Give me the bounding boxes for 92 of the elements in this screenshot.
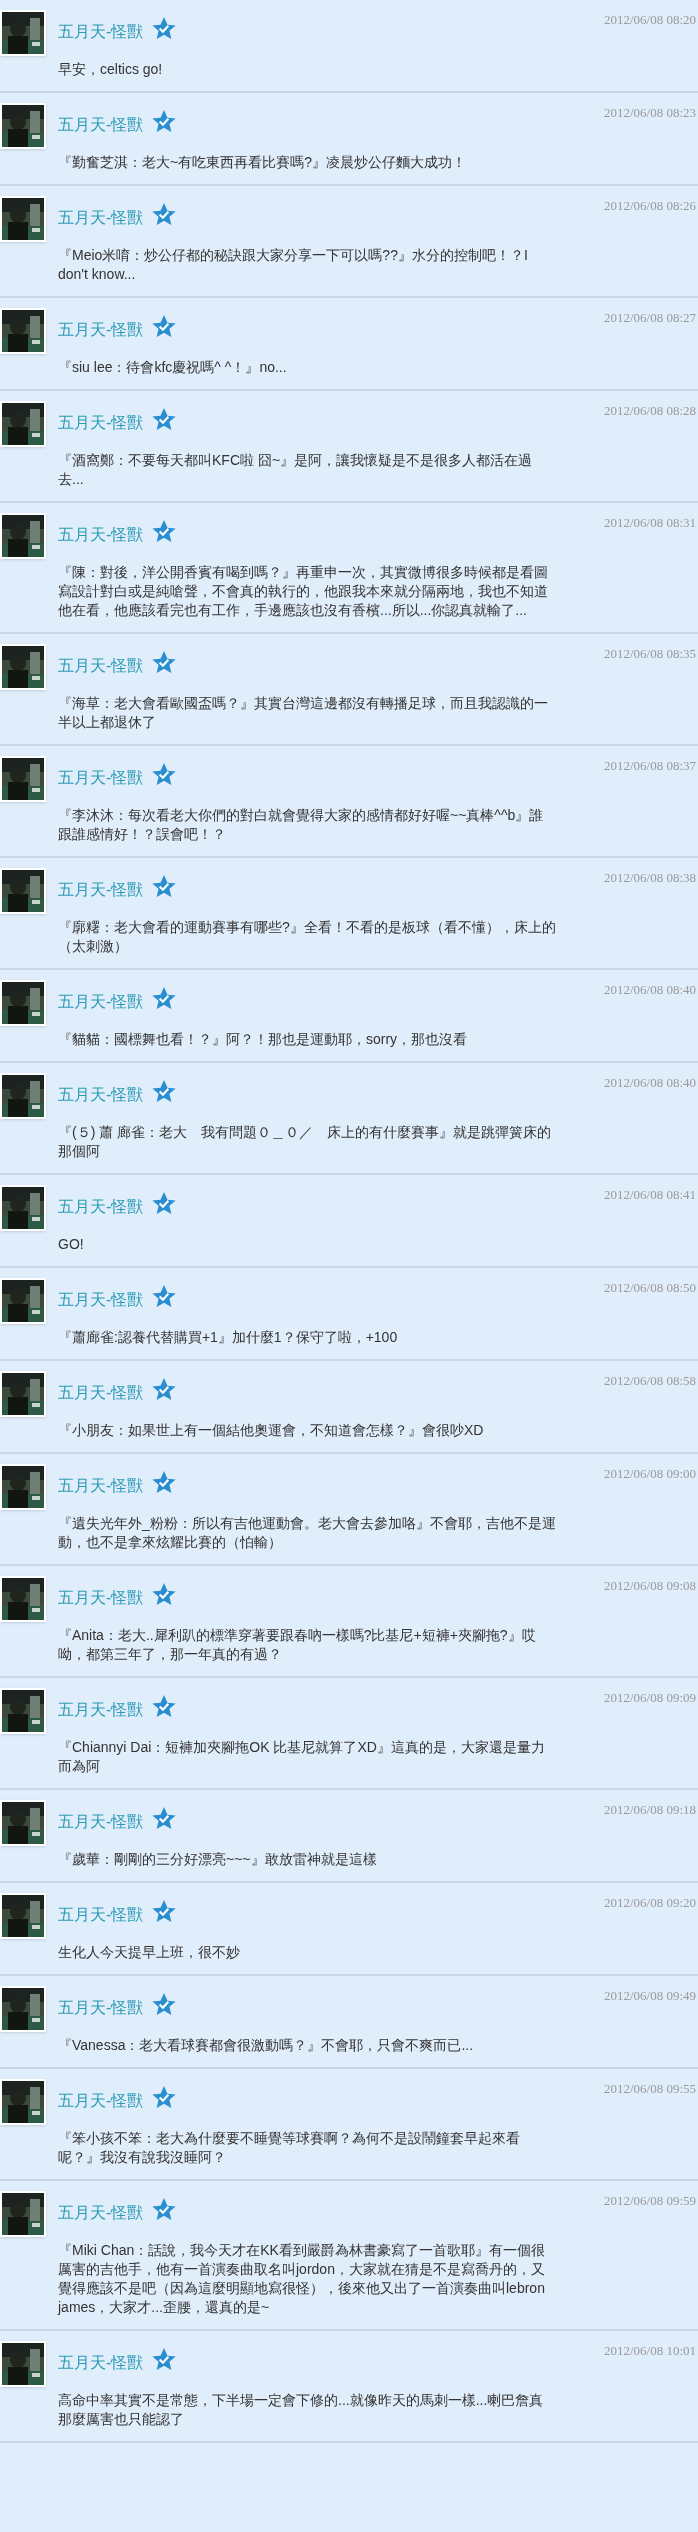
comment-time: 2012/06/08 10:01 xyxy=(603,2342,696,2360)
comment-time: 2012/06/08 09:08 xyxy=(603,1577,696,1595)
comment-text: 『貓貓：國標舞也看！？』阿？！那也是運動耶，sorry，那也沒看 xyxy=(58,1030,469,1049)
comment-text: 『Chiannyi Dai：短褲加夾腳拖OK 比基尼就算了XD』這真的是，大家還是量力而為阿 xyxy=(58,1738,546,1776)
avatar[interactable] xyxy=(0,1576,46,1622)
author-link[interactable]: 五月天-怪獸 xyxy=(58,2203,144,2223)
comment-time: 2012/06/08 08:50 xyxy=(603,1279,696,1297)
author-link[interactable]: 五月天-怪獸 xyxy=(58,115,144,135)
comment-text: 高命中率其實不是常態，下半場一定會下修的...就像昨天的馬刺一樣...喇巴詹真那麼厲害也只能認了 xyxy=(58,2391,545,2429)
comment-text: 生化人今天提早上班，很不妙 xyxy=(58,1943,241,1962)
avatar[interactable] xyxy=(0,103,46,149)
avatar[interactable] xyxy=(0,1371,46,1417)
avatar[interactable] xyxy=(0,756,46,802)
author-link[interactable]: 五月天-怪獸 xyxy=(58,1476,144,1496)
avatar[interactable] xyxy=(0,2341,46,2387)
author-link[interactable]: 五月天-怪獸 xyxy=(58,525,144,545)
comment-text: 『小朋友：如果世上有一個結他奧運會，不知道會怎樣？』會很吵XD xyxy=(58,1421,485,1440)
comment-text: 『酒窩鄭：不要每天都叫KFC啦 囧~』是阿，讓我懷疑是不是很多人都活在過去... xyxy=(58,451,534,489)
comment-time: 2012/06/08 08:23 xyxy=(603,104,696,122)
author-link[interactable]: 五月天-怪獸 xyxy=(58,2353,144,2373)
comment-time: 2012/06/08 08:27 xyxy=(603,309,696,327)
comment-time: 2012/06/08 08:37 xyxy=(603,757,696,775)
comment-text: 『歲華：剛剛的三分好漂亮~~~』敢放雷神就是這樣 xyxy=(58,1850,378,1869)
avatar[interactable] xyxy=(0,1185,46,1231)
author-link[interactable]: 五月天-怪獸 xyxy=(58,1905,144,1925)
avatar[interactable] xyxy=(0,644,46,690)
comment-time: 2012/06/08 09:09 xyxy=(603,1689,696,1707)
comment-text: 『(５) 蕭 廊雀：老大 我有問題０＿０／ 床上的有什麼賽事』就是跳彈簧床的那個阿 xyxy=(58,1123,553,1161)
avatar[interactable] xyxy=(0,2079,46,2125)
comment-time: 2012/06/08 08:40 xyxy=(603,981,696,999)
comment-text: 『陳：對後，洋公開香賓有喝到嗎？』再重申一次，其實微博很多時候都是看圖寫設計對白或是純嗆聲，不會真的執行的，他跟我本來就分隔兩地，我也不知道他在看，他應該看完也有工作，手邊應該也沒有香檳...所以...你認真就輸了... xyxy=(58,563,549,620)
avatar[interactable] xyxy=(0,980,46,1026)
author-link[interactable]: 五月天-怪獸 xyxy=(58,1812,144,1832)
avatar[interactable] xyxy=(0,1986,46,2032)
comment-time: 2012/06/08 08:41 xyxy=(603,1186,696,1204)
avatar[interactable] xyxy=(0,2191,46,2237)
author-link[interactable]: 五月天-怪獸 xyxy=(58,413,144,433)
avatar[interactable] xyxy=(0,1688,46,1734)
comment-time: 2012/06/08 08:58 xyxy=(603,1372,696,1390)
author-link[interactable]: 五月天-怪獸 xyxy=(58,1383,144,1403)
comment-time: 2012/06/08 09:20 xyxy=(603,1894,696,1912)
author-link[interactable]: 五月天-怪獸 xyxy=(58,880,144,900)
avatar[interactable] xyxy=(0,513,46,559)
author-link[interactable]: 五月天-怪獸 xyxy=(58,1700,144,1720)
author-link[interactable]: 五月天-怪獸 xyxy=(58,1085,144,1105)
author-link[interactable]: 五月天-怪獸 xyxy=(58,1197,144,1217)
comment-time: 2012/06/08 08:38 xyxy=(603,869,696,887)
comment-time: 2012/06/08 09:18 xyxy=(603,1801,696,1819)
comment-time: 2012/06/08 08:35 xyxy=(603,645,696,663)
comment-time: 2012/06/08 09:59 xyxy=(603,2192,696,2210)
avatar[interactable] xyxy=(0,1464,46,1510)
author-link[interactable]: 五月天-怪獸 xyxy=(58,1998,144,2018)
avatar[interactable] xyxy=(0,868,46,914)
avatar[interactable] xyxy=(0,308,46,354)
comment-text: 早安，celtics go! xyxy=(58,60,164,79)
comment-time: 2012/06/08 09:49 xyxy=(603,1987,696,2005)
comment-text: 『蕭廊雀:認養代替購買+1』加什麼1？保守了啦，+100 xyxy=(58,1328,399,1347)
comment-text: 『Vanessa：老大看球賽都會很激動嗎？』不會耶，只會不爽而已... xyxy=(58,2036,475,2055)
author-link[interactable]: 五月天-怪獸 xyxy=(58,2091,144,2111)
comment-text: 『siu lee：待會kfc慶祝嗎^ ^！』no... xyxy=(58,358,288,377)
author-link[interactable]: 五月天-怪獸 xyxy=(58,768,144,788)
avatar[interactable] xyxy=(0,196,46,242)
avatar[interactable] xyxy=(0,1278,46,1324)
author-link[interactable]: 五月天-怪獸 xyxy=(58,320,144,340)
author-link[interactable]: 五月天-怪獸 xyxy=(58,1290,144,1310)
comment-text: 『李沐沐：每次看老大你們的對白就會覺得大家的感情都好好喔~~真棒^^b』誰跟誰感情好！？誤會吧！？ xyxy=(58,806,545,844)
comment-text: 『勤奮芝淇：老大~有吃東西再看比賽嗎?』凌晨炒公仔麵大成功！ xyxy=(58,153,467,172)
avatar[interactable] xyxy=(0,401,46,447)
comment-text: 『廓糬：老大會看的運動賽事有哪些?』全看！不看的是板球（看不懂），床上的（太刺激） xyxy=(58,918,556,956)
author-link[interactable]: 五月天-怪獸 xyxy=(58,208,144,228)
avatar[interactable] xyxy=(0,1073,46,1119)
comment-time: 2012/06/08 09:55 xyxy=(603,2080,696,2098)
comment-time: 2012/06/08 08:40 xyxy=(603,1074,696,1092)
author-link[interactable]: 五月天-怪獸 xyxy=(58,992,144,1012)
comment-text: 『笨小孩不笨：老大為什麼要不睡覺等球賽啊？為何不是設鬧鐘套早起來看呢？』我沒有說我沒睡阿？ xyxy=(58,2129,521,2167)
comment-text: 『Miki Chan：話說，我今天才在KK看到嚴爵為林書豪寫了一首歌耶』有一個很厲害的吉他手，他有一首演奏曲取名叫jordon，大家就在猜是不是寫喬丹的，又覺得應該不是吧（因為這麼明顯地寫很怪），後來他又出了一首演奏曲叫lebron james，大家才...歪腰，還真的是~ xyxy=(58,2241,546,2317)
comment-time: 2012/06/08 08:20 xyxy=(603,11,696,29)
comment-time: 2012/06/08 09:00 xyxy=(603,1465,696,1483)
comment-text: 『遺失光年外_粉粉：所以有吉他運動會。老大會去參加咯』不會耶，吉他不是運動，也不是拿來炫耀比賽的（怕輸） xyxy=(58,1514,556,1552)
author-link[interactable]: 五月天-怪獸 xyxy=(58,1588,144,1608)
author-link[interactable]: 五月天-怪獸 xyxy=(58,656,144,676)
comment-text: GO! xyxy=(58,1235,85,1254)
avatar[interactable] xyxy=(0,10,46,56)
comment-text: 『海草：老大會看歐國盃嗎？』其實台灣這邊都沒有轉播足球，而且我認識的一半以上都退休了 xyxy=(58,694,549,732)
comment-text: 『Meio米唷：炒公仔都的秘訣跟大家分享一下可以嗎??』水分的控制吧！？I don't know... xyxy=(58,246,529,284)
comment-time: 2012/06/08 08:26 xyxy=(603,197,696,215)
comment-text: 『Anita：老大..犀利趴的標準穿著要跟春吶一樣嗎?比基尼+短褲+夾腳拖?』哎呦，都第三年了，那一年真的有過？ xyxy=(58,1626,537,1664)
avatar[interactable] xyxy=(0,1893,46,1939)
avatar[interactable] xyxy=(0,1800,46,1846)
comment-time: 2012/06/08 08:28 xyxy=(603,402,696,420)
comment-time: 2012/06/08 08:31 xyxy=(603,514,696,532)
author-link[interactable]: 五月天-怪獸 xyxy=(58,22,144,42)
